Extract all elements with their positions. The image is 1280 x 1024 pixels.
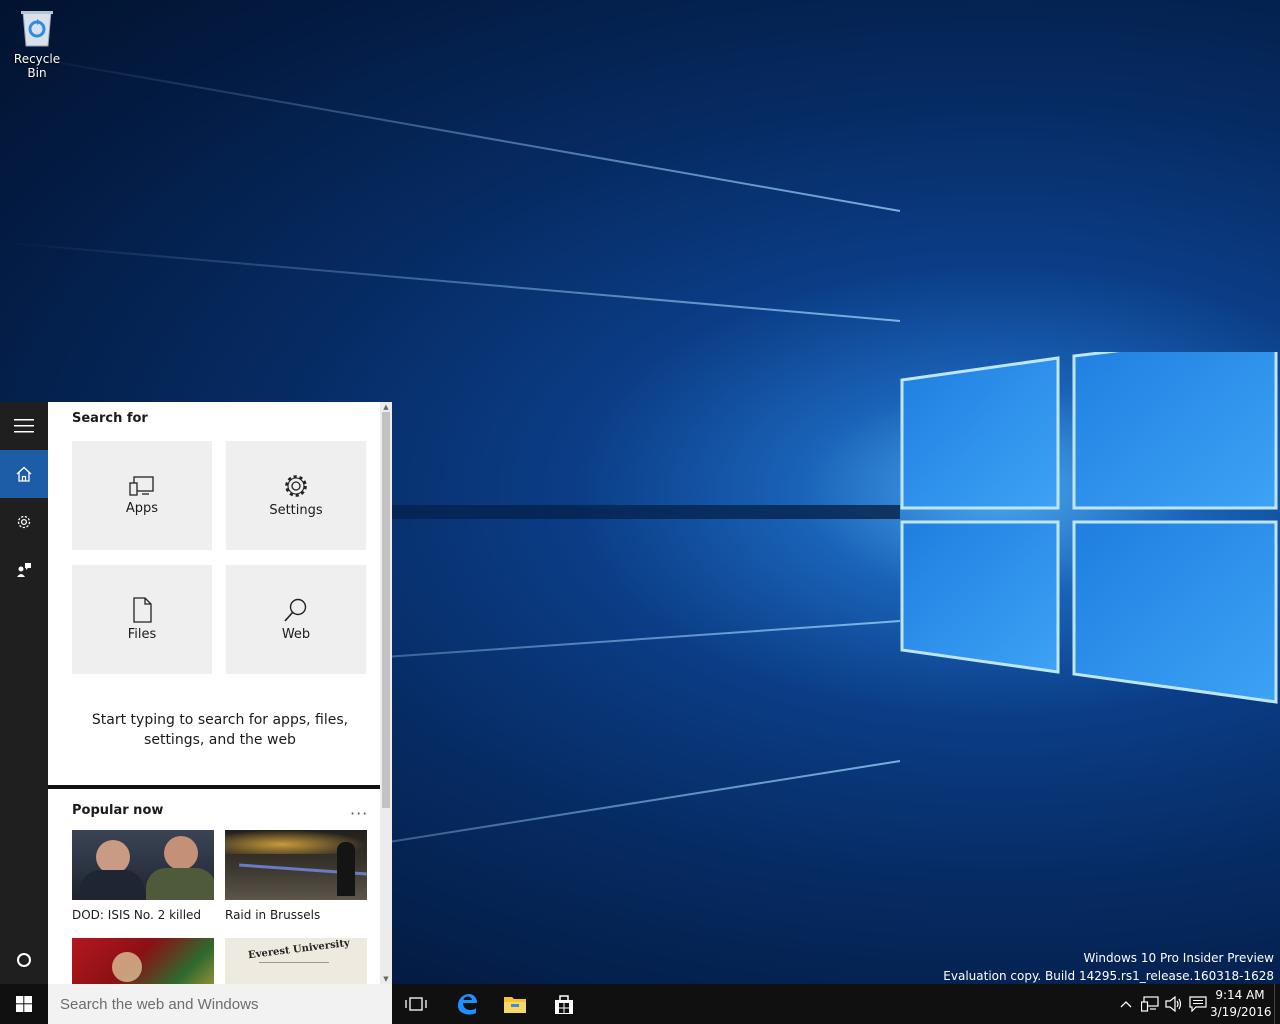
tile-files[interactable]: Files — [72, 565, 212, 674]
volume-button[interactable] — [1164, 994, 1184, 1014]
scroll-up-arrow[interactable]: ▲ — [380, 402, 392, 412]
news-caption: Raid in Brussels — [225, 908, 321, 922]
store-icon — [555, 995, 573, 1014]
windows-logo-wallpaper — [900, 352, 1278, 704]
search-box[interactable] — [48, 984, 392, 1024]
network-button[interactable] — [1140, 994, 1160, 1014]
tile-label: Settings — [269, 503, 323, 518]
edge-button[interactable] — [443, 984, 491, 1024]
volume-icon — [1165, 996, 1182, 1012]
network-icon — [1141, 996, 1159, 1012]
clock[interactable]: 9:14 AM 3/19/2016 — [1210, 987, 1272, 1021]
news-card[interactable]: Everest University — [225, 938, 367, 984]
search-for-title: Search for — [72, 411, 148, 426]
tile-label: Files — [127, 627, 157, 642]
news-card[interactable]: Raid in Brussels — [225, 830, 367, 922]
action-center-button[interactable] — [1188, 994, 1208, 1014]
news-card[interactable]: DOD: ISIS No. 2 killed — [72, 830, 214, 922]
clock-date: 3/19/2016 — [1210, 1005, 1272, 1019]
tile-settings[interactable]: Settings — [226, 441, 366, 550]
watermark-line-1: Windows 10 Pro Insider Preview — [1083, 951, 1274, 965]
windows-start-icon — [16, 996, 32, 1012]
panel-scrollbar[interactable]: ▲ ▼ — [380, 402, 392, 984]
chevron-up-icon — [1120, 1001, 1132, 1008]
start-button[interactable] — [0, 984, 48, 1024]
watermark-line-2: Evaluation copy. Build 14295.rs1_release… — [943, 969, 1274, 983]
desktop-icon-label: Recycle Bin — [13, 52, 61, 80]
file-explorer-button[interactable] — [491, 984, 539, 1024]
cortana-circle-icon — [17, 953, 31, 967]
folder-icon — [504, 997, 526, 1013]
tile-web[interactable]: Web — [226, 565, 366, 674]
news-image — [72, 830, 214, 900]
news-image-text: Everest University — [247, 938, 351, 962]
popular-now-title: Popular now — [72, 803, 164, 818]
apps-icon — [129, 476, 154, 496]
news-image — [72, 938, 214, 984]
notebook-settings-button[interactable] — [0, 498, 48, 546]
tile-apps[interactable]: Apps — [72, 441, 212, 550]
show-hidden-icons-button[interactable] — [1116, 994, 1136, 1014]
show-desktop-button[interactable] — [1274, 984, 1280, 1024]
more-options-button[interactable]: ··· — [350, 804, 368, 823]
build-watermark: Windows 10 Pro Insider Preview Evaluatio… — [943, 949, 1274, 985]
news-card[interactable] — [72, 938, 214, 984]
clock-time: 9:14 AM — [1215, 988, 1265, 1002]
news-image: Everest University — [225, 938, 367, 984]
action-center-icon — [1189, 996, 1207, 1012]
menu-button[interactable] — [0, 402, 48, 450]
feedback-button[interactable] — [0, 546, 48, 594]
home-button[interactable] — [0, 450, 48, 498]
news-image — [225, 830, 367, 900]
gear-icon — [285, 475, 307, 497]
edge-icon — [458, 994, 477, 1015]
task-view-icon — [405, 997, 427, 1011]
recycle-bin-icon — [20, 6, 54, 48]
store-button[interactable] — [540, 984, 588, 1024]
home-icon — [16, 466, 32, 482]
tile-label: Apps — [125, 501, 159, 516]
cortana-button[interactable] — [0, 936, 48, 984]
desktop-icon-recycle-bin[interactable]: Recycle Bin — [4, 6, 70, 80]
search-icon — [284, 598, 307, 622]
search-hint: Start typing to search for apps, files, … — [91, 712, 349, 748]
tile-label: Web — [281, 627, 311, 642]
cortana-rail — [0, 402, 48, 984]
cortana-panel: Search for Apps Settings Files Web Start… — [48, 402, 392, 984]
taskbar: 9:14 AM 3/19/2016 — [0, 984, 1280, 1024]
news-caption: DOD: ISIS No. 2 killed — [72, 908, 202, 922]
hamburger-icon — [14, 419, 34, 433]
file-icon — [133, 597, 152, 623]
section-divider — [48, 785, 380, 789]
scroll-down-arrow[interactable]: ▼ — [380, 974, 392, 984]
task-view-button[interactable] — [392, 984, 440, 1024]
scroll-thumb[interactable] — [382, 412, 390, 808]
feedback-icon — [17, 563, 31, 577]
gear-icon — [17, 515, 31, 529]
search-input[interactable] — [48, 984, 368, 1024]
